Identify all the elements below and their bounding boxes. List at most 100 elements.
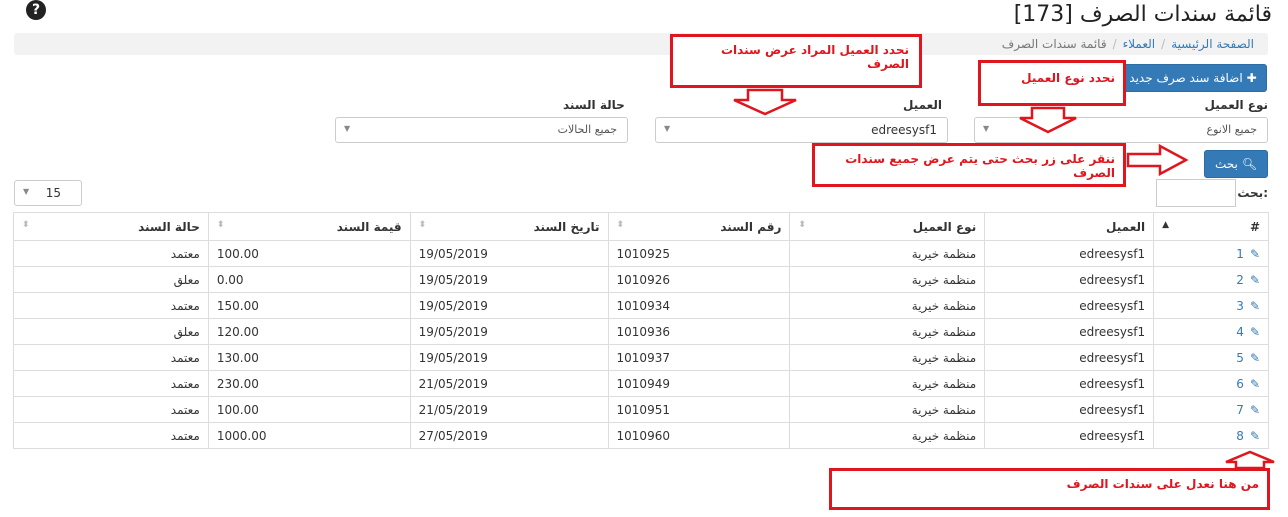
customer-type-value: جميع الانوع <box>1206 123 1257 136</box>
row-number-cell[interactable]: ✎4 <box>1153 318 1269 345</box>
chevron-down-icon: ▼ <box>23 187 30 196</box>
voucher-number-cell: 1010949 <box>607 370 791 397</box>
row-number-cell[interactable]: ✎6 <box>1153 370 1269 397</box>
voucher-date-cell-text: 19/05/2019 <box>418 246 488 261</box>
table-row: ✎3 edreesysf1 منظمة خيرية 1010934 19/05/2019… <box>13 292 1269 319</box>
customer-type-cell-text: منظمة خيرية <box>911 324 977 339</box>
voucher-date-cell: 19/05/2019 <box>409 318 609 345</box>
help-icon[interactable]: ? <box>26 0 46 20</box>
voucher-number-cell-text: 1010936 <box>616 324 670 339</box>
voucher-number-cell: 1010925 <box>607 240 791 267</box>
breadcrumb-home-link[interactable]: الصفحة الرئيسية <box>1171 37 1254 51</box>
customer-cell: edreesysf1 <box>984 240 1155 267</box>
add-voucher-button[interactable]: ✚ اضافة سند صرف جديد <box>1119 64 1267 92</box>
row-number-cell[interactable]: ✎1 <box>1153 240 1269 267</box>
edit-pencil-icon[interactable]: ✎ <box>1250 299 1260 313</box>
voucher-amount-cell: 0.00 <box>207 266 411 293</box>
voucher-status-cell: معتمد <box>13 240 209 267</box>
customer-type-cell-text: منظمة خيرية <box>911 298 977 313</box>
page-size-select[interactable]: 15 ▼ <box>14 180 82 206</box>
voucher-number-cell: 1010960 <box>607 422 791 449</box>
row-number-link[interactable]: 2 <box>1236 273 1244 287</box>
edit-pencil-icon[interactable]: ✎ <box>1250 429 1260 443</box>
annotation-edit-here: من هنا نعدل على سندات الصرف <box>829 468 1270 510</box>
search-icon: 🔍︎ <box>1241 157 1258 171</box>
voucher-status-cell-text: معتمد <box>170 428 200 443</box>
status-label: حالة السند <box>563 98 625 112</box>
customer-cell: edreesysf1 <box>984 266 1155 293</box>
chevron-down-icon: ▼ <box>664 124 671 133</box>
edit-pencil-icon[interactable]: ✎ <box>1250 325 1260 339</box>
voucher-number-cell: 1010934 <box>607 292 791 319</box>
sort-icon: ⬍ <box>22 219 30 230</box>
customer-cell-text: edreesysf1 <box>1079 428 1146 443</box>
voucher-date-cell-text: 19/05/2019 <box>418 324 488 339</box>
row-number-cell[interactable]: ✎8 <box>1153 422 1269 449</box>
table-header-row: # ▲ العميل نوع العميل ⬍ رقم السند ⬍ تاريخ ا… <box>13 212 1269 241</box>
edit-pencil-icon[interactable]: ✎ <box>1250 247 1260 261</box>
row-number-link[interactable]: 3 <box>1236 299 1244 313</box>
customer-type-cell: منظمة خيرية <box>789 266 986 293</box>
row-number-link[interactable]: 6 <box>1236 377 1244 391</box>
edit-pencil-icon[interactable]: ✎ <box>1250 377 1260 391</box>
voucher-amount-cell: 100.00 <box>207 396 411 423</box>
column-header-customer-type[interactable]: نوع العميل ⬍ <box>789 212 986 241</box>
customer-value: edreesysf1 <box>871 123 937 137</box>
add-voucher-label: اضافة سند صرف جديد <box>1129 71 1243 85</box>
voucher-number-cell-text: 1010949 <box>616 376 670 391</box>
edit-pencil-icon[interactable]: ✎ <box>1250 273 1260 287</box>
customer-type-cell-text: منظمة خيرية <box>911 376 977 391</box>
voucher-date-cell: 19/05/2019 <box>409 240 609 267</box>
table-row: ✎7 edreesysf1 منظمة خيرية 1010951 21/05/2019… <box>13 396 1269 423</box>
customer-cell-text: edreesysf1 <box>1079 324 1146 339</box>
customer-type-cell: منظمة خيرية <box>789 396 986 423</box>
customer-cell-text: edreesysf1 <box>1079 272 1146 287</box>
column-header-voucher-number[interactable]: رقم السند ⬍ <box>607 212 791 241</box>
table-row: ✎2 edreesysf1 منظمة خيرية 1010926 19/05/2019… <box>13 266 1269 293</box>
voucher-date-cell-text: 27/05/2019 <box>418 428 488 443</box>
voucher-amount-cell: 100.00 <box>207 240 411 267</box>
table-row: ✎8 edreesysf1 منظمة خيرية 1010960 27/05/2019… <box>13 422 1269 449</box>
page-title: قائمة سندات الصرف [173] <box>1013 2 1272 27</box>
voucher-amount-cell: 150.00 <box>207 292 411 319</box>
row-number-link[interactable]: 1 <box>1236 247 1244 261</box>
voucher-amount-cell-text: 1000.00 <box>216 428 267 443</box>
customer-type-cell: منظمة خيرية <box>789 240 986 267</box>
edit-pencil-icon[interactable]: ✎ <box>1250 351 1260 365</box>
row-number-cell[interactable]: ✎3 <box>1153 292 1269 319</box>
column-header-voucher-amount[interactable]: قيمة السند ⬍ <box>207 212 411 241</box>
row-number-cell[interactable]: ✎5 <box>1153 344 1269 371</box>
row-number-cell[interactable]: ✎2 <box>1153 266 1269 293</box>
voucher-status-cell-text: معتمد <box>170 376 200 391</box>
column-header-number[interactable]: # ▲ <box>1153 212 1269 241</box>
voucher-date-cell: 19/05/2019 <box>409 292 609 319</box>
row-number-cell[interactable]: ✎7 <box>1153 396 1269 423</box>
customer-type-cell: منظمة خيرية <box>789 292 986 319</box>
customer-cell-text: edreesysf1 <box>1079 298 1146 313</box>
customer-select[interactable]: edreesysf1 ▼ <box>655 117 948 143</box>
row-number-link[interactable]: 4 <box>1236 325 1244 339</box>
column-header-voucher-date[interactable]: تاريخ السند ⬍ <box>409 212 609 241</box>
column-header-voucher-status[interactable]: حالة السند ⬍ <box>13 212 209 241</box>
row-number-link[interactable]: 8 <box>1236 429 1244 443</box>
search-button[interactable]: 🔍︎ بحث <box>1204 150 1268 178</box>
search-button-label: بحث <box>1214 157 1238 171</box>
row-number-link[interactable]: 7 <box>1236 403 1244 417</box>
edit-pencil-icon[interactable]: ✎ <box>1250 403 1260 417</box>
voucher-amount-cell: 120.00 <box>207 318 411 345</box>
customer-type-cell-text: منظمة خيرية <box>911 272 977 287</box>
table-search-input[interactable] <box>1156 179 1236 207</box>
voucher-status-cell: معلق <box>13 266 209 293</box>
customer-type-cell: منظمة خيرية <box>789 422 986 449</box>
row-number-link[interactable]: 5 <box>1236 351 1244 365</box>
voucher-date-cell: 19/05/2019 <box>409 344 609 371</box>
sort-icon: ⬍ <box>616 219 625 230</box>
status-select[interactable]: جميع الحالات ▼ <box>335 117 628 143</box>
breadcrumb-customers-link[interactable]: العملاء <box>1123 37 1156 51</box>
voucher-status-cell-text: معتمد <box>170 246 200 261</box>
voucher-amount-cell-text: 100.00 <box>216 246 259 261</box>
customer-type-cell: منظمة خيرية <box>789 344 986 371</box>
column-header-customer[interactable]: العميل <box>984 212 1155 241</box>
voucher-status-cell-text: معتمد <box>170 350 200 365</box>
voucher-number-cell-text: 1010937 <box>616 350 670 365</box>
